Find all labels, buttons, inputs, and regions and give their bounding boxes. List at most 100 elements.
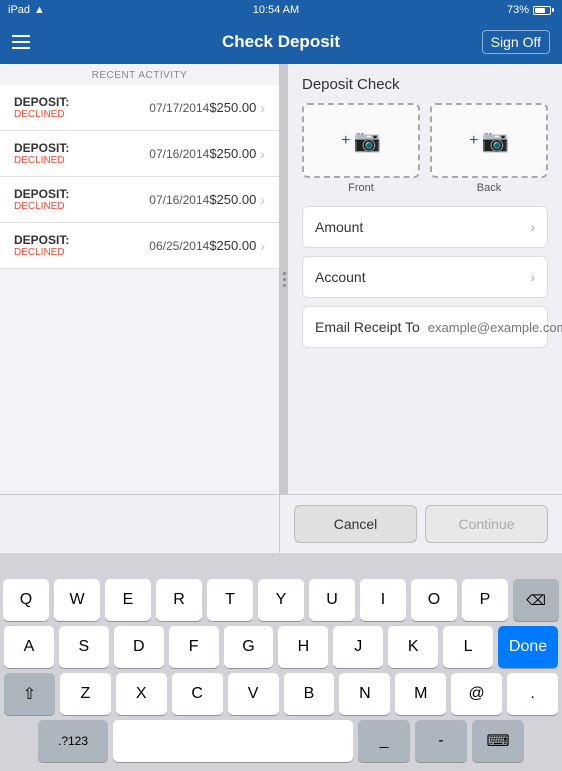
space-key[interactable]	[113, 720, 353, 762]
activity-item[interactable]: DEPOSIT: DECLINED 06/25/2014 $250.00 ›	[0, 223, 279, 269]
amount-label: Amount	[315, 219, 363, 235]
key-e[interactable]: E	[105, 579, 151, 621]
sign-off-button[interactable]: Sign Off	[482, 30, 550, 54]
activity-type: DEPOSIT:	[14, 187, 141, 201]
status-bar: iPad ▲ 10:54 AM 73%	[0, 0, 562, 20]
activity-item[interactable]: DEPOSIT: DECLINED 07/17/2014 $250.00 ›	[0, 85, 279, 131]
key-n[interactable]: N	[339, 673, 390, 715]
activity-date: 07/17/2014	[149, 101, 209, 115]
key-period[interactable]: .	[507, 673, 558, 715]
cancel-button[interactable]: Cancel	[294, 505, 417, 543]
chevron-right-icon: ›	[260, 100, 265, 116]
amount-field[interactable]: Amount ›	[302, 206, 548, 248]
camera-icon: 📷	[353, 128, 380, 154]
key-a[interactable]: A	[4, 626, 54, 668]
action-buttons: Cancel Continue	[280, 495, 562, 553]
status-time: 10:54 AM	[253, 4, 299, 16]
email-label: Email Receipt To	[315, 319, 420, 335]
key-k[interactable]: K	[388, 626, 438, 668]
key-p[interactable]: P	[462, 579, 508, 621]
done-key[interactable]: Done	[498, 626, 558, 668]
activity-date: 06/25/2014	[149, 239, 209, 253]
back-photo-wrap: + 📷 Back	[430, 103, 548, 194]
key-z[interactable]: Z	[60, 673, 111, 715]
deposit-check-title: Deposit Check	[302, 76, 548, 93]
battery-pct: 73%	[507, 4, 529, 16]
front-photo-button[interactable]: + 📷	[302, 103, 420, 178]
key-l[interactable]: L	[443, 626, 493, 668]
menu-icon[interactable]	[12, 35, 30, 49]
account-field[interactable]: Account ›	[302, 256, 548, 298]
activity-amount: $250.00	[209, 192, 256, 207]
nav-bar: Check Deposit Sign Off	[0, 20, 562, 64]
key-x[interactable]: X	[116, 673, 167, 715]
key-c[interactable]: C	[172, 673, 223, 715]
backspace-key[interactable]: ⌫	[513, 579, 559, 621]
plus-icon: +	[469, 132, 478, 150]
key-q[interactable]: Q	[3, 579, 49, 621]
activity-status: DECLINED	[14, 109, 141, 120]
key-g[interactable]: G	[224, 626, 274, 668]
key-w[interactable]: W	[54, 579, 100, 621]
activity-item[interactable]: DEPOSIT: DECLINED 07/16/2014 $250.00 ›	[0, 177, 279, 223]
key-b[interactable]: B	[284, 673, 335, 715]
chevron-right-icon: ›	[260, 238, 265, 254]
key-at[interactable]: @	[451, 673, 502, 715]
email-field[interactable]: Email Receipt To	[302, 306, 548, 348]
key-i[interactable]: I	[360, 579, 406, 621]
chevron-right-icon: ›	[260, 146, 265, 162]
recent-activity-header: RECENT ACTIVITY	[0, 64, 279, 85]
shift-key[interactable]: ⇧	[4, 673, 55, 715]
page-title: Check Deposit	[222, 32, 340, 52]
back-photo-button[interactable]: + 📷	[430, 103, 548, 178]
activity-type: DEPOSIT:	[14, 95, 141, 109]
account-chevron-icon: ›	[530, 269, 535, 285]
activity-amount: $250.00	[209, 100, 256, 115]
keyboard-row-3: ⇧ Z X C V B N M @ .	[4, 673, 558, 715]
device-label: iPad	[8, 4, 30, 16]
keyboard-spacer	[0, 553, 562, 573]
activity-amount: $250.00	[209, 238, 256, 253]
photo-buttons-row: + 📷 Front + 📷 Back	[302, 103, 548, 194]
action-left-spacer	[0, 495, 280, 553]
account-label: Account	[315, 269, 366, 285]
activity-amount: $250.00	[209, 146, 256, 161]
camera-icon: 📷	[481, 128, 508, 154]
activity-date: 07/16/2014	[149, 193, 209, 207]
key-r[interactable]: R	[156, 579, 202, 621]
keyboard-row-1: Q W E R T Y U I O P ⌫	[4, 579, 558, 621]
continue-button[interactable]: Continue	[425, 505, 548, 543]
key-o[interactable]: O	[411, 579, 457, 621]
email-input[interactable]	[428, 320, 562, 335]
front-label: Front	[348, 182, 374, 194]
activity-type: DEPOSIT:	[14, 141, 141, 155]
activity-date: 07/16/2014	[149, 147, 209, 161]
keyboard-dismiss-key[interactable]: ⌨	[472, 720, 524, 762]
right-panel: Deposit Check + 📷 Front + 📷 Back Amount	[288, 64, 562, 494]
key-s[interactable]: S	[59, 626, 109, 668]
wifi-icon: ▲	[34, 4, 45, 16]
dash-key[interactable]: -	[415, 720, 467, 762]
action-bar: Cancel Continue	[0, 494, 562, 553]
main-content: RECENT ACTIVITY DEPOSIT: DECLINED 07/17/…	[0, 64, 562, 494]
key-d[interactable]: D	[114, 626, 164, 668]
symbol-key[interactable]: .?123	[38, 720, 108, 762]
key-t[interactable]: T	[207, 579, 253, 621]
keyboard-row-4: .?123 _ - ⌨	[4, 720, 558, 762]
key-v[interactable]: V	[228, 673, 279, 715]
key-u[interactable]: U	[309, 579, 355, 621]
amount-chevron-icon: ›	[530, 219, 535, 235]
key-m[interactable]: M	[395, 673, 446, 715]
status-right: 73%	[507, 4, 554, 16]
activity-item[interactable]: DEPOSIT: DECLINED 07/16/2014 $250.00 ›	[0, 131, 279, 177]
key-j[interactable]: J	[333, 626, 383, 668]
activity-type: DEPOSIT:	[14, 233, 141, 247]
back-label: Back	[477, 182, 501, 194]
key-f[interactable]: F	[169, 626, 219, 668]
key-y[interactable]: Y	[258, 579, 304, 621]
key-h[interactable]: H	[278, 626, 328, 668]
underscore-key[interactable]: _	[358, 720, 410, 762]
activity-status: DECLINED	[14, 247, 141, 258]
panel-divider	[280, 64, 288, 494]
battery-icon	[533, 6, 554, 15]
